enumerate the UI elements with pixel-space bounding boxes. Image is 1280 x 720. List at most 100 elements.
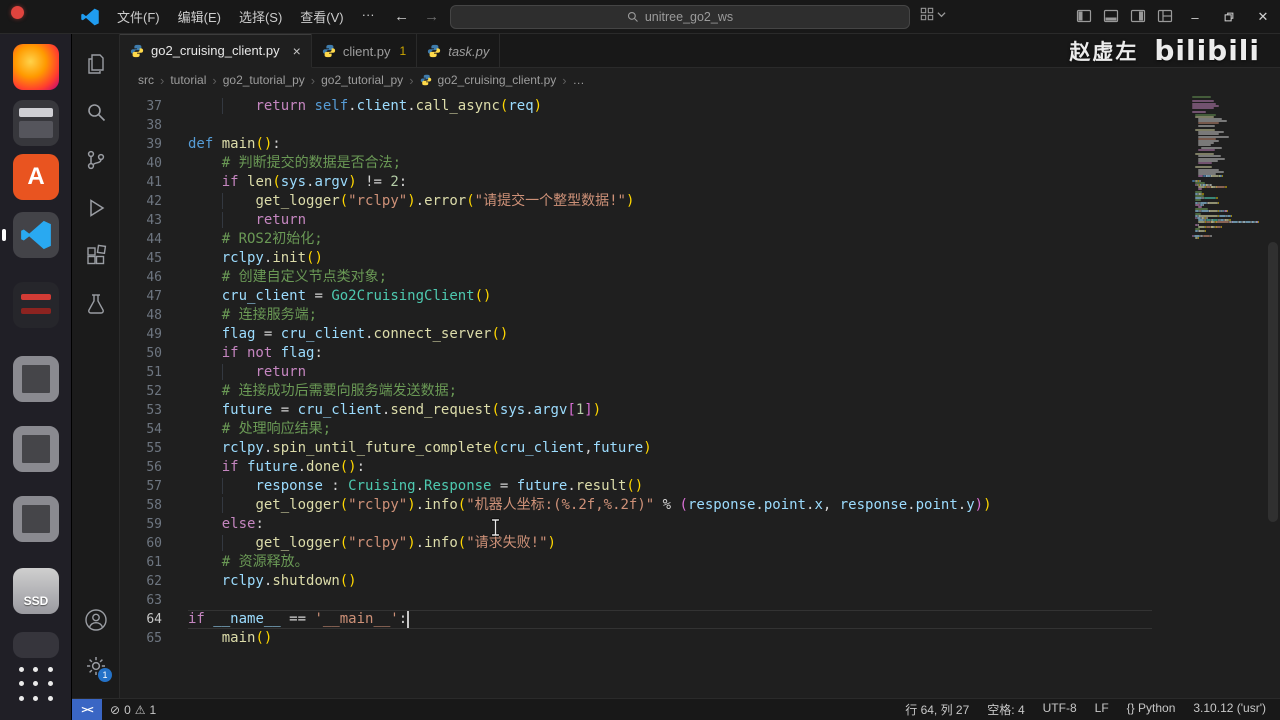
breadcrumb-item[interactable]: go2_tutorial_py bbox=[223, 73, 305, 87]
line-number[interactable]: 40 bbox=[120, 154, 188, 173]
code-text[interactable]: if len(sys.argv) != 2: bbox=[188, 173, 1152, 192]
code-text[interactable]: main() bbox=[188, 629, 1152, 648]
firefox-app-icon[interactable] bbox=[13, 44, 59, 90]
code-text[interactable]: get_logger("rclpy").info("请求失败!") bbox=[188, 534, 1152, 553]
code-line[interactable]: 58 get_logger("rclpy").info("机器人坐标:(%.2f… bbox=[120, 496, 1280, 515]
status-eol[interactable]: LF bbox=[1095, 701, 1109, 718]
toggle-secondary-sidebar-icon[interactable] bbox=[1130, 8, 1146, 24]
placeholder-app-icon-3[interactable] bbox=[13, 496, 59, 542]
code-text[interactable]: return bbox=[188, 211, 1152, 230]
line-number[interactable]: 64 bbox=[120, 610, 188, 629]
menu-edit[interactable]: 编辑(E) bbox=[169, 3, 230, 30]
code-text[interactable]: rclpy.spin_until_future_complete(cru_cli… bbox=[188, 439, 1152, 458]
status-language[interactable]: {} Python bbox=[1127, 701, 1176, 718]
line-number[interactable]: 39 bbox=[120, 135, 188, 154]
code-line[interactable]: 40 # 判断提交的数据是否合法; bbox=[120, 154, 1280, 173]
tab-task[interactable]: task.py bbox=[417, 34, 501, 68]
code-line[interactable]: 38 bbox=[120, 116, 1280, 135]
ssd-drive-icon[interactable]: SSD bbox=[13, 568, 59, 614]
code-text[interactable]: # ROS2初始化; bbox=[188, 230, 1152, 249]
code-line[interactable]: 57 response : Cruising.Response = future… bbox=[120, 477, 1280, 496]
code-line[interactable]: 42 get_logger("rclpy").error("请提交一个整型数据!… bbox=[120, 192, 1280, 211]
code-text[interactable] bbox=[188, 591, 1152, 610]
code-line[interactable]: 44 # ROS2初始化; bbox=[120, 230, 1280, 249]
status-line-col[interactable]: 行 64, 列 27 bbox=[905, 701, 969, 718]
line-number[interactable]: 45 bbox=[120, 249, 188, 268]
line-number[interactable]: 52 bbox=[120, 382, 188, 401]
line-number[interactable]: 49 bbox=[120, 325, 188, 344]
menu-view[interactable]: 查看(V) bbox=[291, 3, 352, 30]
line-number[interactable]: 57 bbox=[120, 477, 188, 496]
code-line[interactable]: 37 return self.client.call_async(req) bbox=[120, 97, 1280, 116]
line-number[interactable]: 44 bbox=[120, 230, 188, 249]
code-line[interactable]: 59 else: bbox=[120, 515, 1280, 534]
code-line[interactable]: 43 return bbox=[120, 211, 1280, 230]
line-number[interactable]: 53 bbox=[120, 401, 188, 420]
line-number[interactable]: 37 bbox=[120, 97, 188, 116]
line-number[interactable]: 43 bbox=[120, 211, 188, 230]
code-text[interactable]: # 创建自定义节点类对象; bbox=[188, 268, 1152, 287]
line-number[interactable]: 63 bbox=[120, 591, 188, 610]
placeholder-app-icon-1[interactable] bbox=[13, 356, 59, 402]
minimize-button[interactable]: – bbox=[1178, 0, 1212, 34]
code-text[interactable]: return self.client.call_async(req) bbox=[188, 97, 1152, 116]
code-text[interactable]: flag = cru_client.connect_server() bbox=[188, 325, 1152, 344]
menu-selection[interactable]: 选择(S) bbox=[230, 3, 291, 30]
code-line[interactable]: 49 flag = cru_client.connect_server() bbox=[120, 325, 1280, 344]
line-number[interactable]: 55 bbox=[120, 439, 188, 458]
code-line[interactable]: 47 cru_client = Go2CruisingClient() bbox=[120, 287, 1280, 306]
code-line[interactable]: 61 # 资源释放。 bbox=[120, 553, 1280, 572]
code-line[interactable]: 50 if not flag: bbox=[120, 344, 1280, 363]
line-number[interactable]: 54 bbox=[120, 420, 188, 439]
menu-file[interactable]: 文件(F) bbox=[108, 3, 169, 30]
code-text[interactable]: # 连接服务端; bbox=[188, 306, 1152, 325]
code-text[interactable]: if future.done(): bbox=[188, 458, 1152, 477]
code-text[interactable]: response : Cruising.Response = future.re… bbox=[188, 477, 1152, 496]
forward-button[interactable]: → bbox=[420, 8, 444, 25]
code-line[interactable]: 46 # 创建自定义节点类对象; bbox=[120, 268, 1280, 287]
search-box[interactable]: unitree_go2_ws bbox=[450, 5, 910, 29]
line-number[interactable]: 65 bbox=[120, 629, 188, 648]
menu-more[interactable]: ··· bbox=[353, 3, 384, 30]
problems-indicator[interactable]: ⊘ 0 ⚠ 1 bbox=[102, 703, 164, 717]
code-text[interactable]: if __name__ == '__main__': bbox=[188, 610, 1152, 629]
line-number[interactable]: 51 bbox=[120, 363, 188, 382]
extensions-icon[interactable] bbox=[84, 244, 108, 268]
code-text[interactable]: future = cru_client.send_request(sys.arg… bbox=[188, 401, 1152, 420]
line-number[interactable]: 38 bbox=[120, 116, 188, 135]
code-line[interactable]: 62 rclpy.shutdown() bbox=[120, 572, 1280, 591]
code-editor[interactable]: 37 return self.client.call_async(req) 38 3… bbox=[120, 92, 1280, 698]
code-text[interactable]: get_logger("rclpy").info("机器人坐标:(%.2f,%.… bbox=[188, 496, 1152, 515]
status-indent[interactable]: 空格: 4 bbox=[987, 701, 1024, 718]
line-number[interactable]: 48 bbox=[120, 306, 188, 325]
minimap[interactable] bbox=[1192, 92, 1266, 698]
line-number[interactable]: 46 bbox=[120, 268, 188, 287]
code-text[interactable] bbox=[188, 116, 1152, 135]
code-line[interactable]: 54 # 处理响应结果; bbox=[120, 420, 1280, 439]
files-app-icon[interactable] bbox=[13, 100, 59, 146]
line-number[interactable]: 62 bbox=[120, 572, 188, 591]
line-number[interactable]: 56 bbox=[120, 458, 188, 477]
code-line[interactable]: 64 if __name__ == '__main__': bbox=[120, 610, 1280, 629]
tab-client[interactable]: client.py 1 bbox=[312, 34, 418, 68]
code-text[interactable]: # 资源释放。 bbox=[188, 553, 1152, 572]
code-text[interactable]: cru_client = Go2CruisingClient() bbox=[188, 287, 1152, 306]
code-line[interactable]: 51 return bbox=[120, 363, 1280, 382]
line-number[interactable]: 41 bbox=[120, 173, 188, 192]
code-line[interactable]: 45 rclpy.init() bbox=[120, 249, 1280, 268]
breadcrumb-item[interactable]: tutorial bbox=[170, 73, 206, 87]
line-number[interactable]: 61 bbox=[120, 553, 188, 572]
show-applications-button[interactable] bbox=[18, 666, 54, 702]
layout-dropdown[interactable] bbox=[920, 7, 946, 21]
remote-indicator[interactable]: >< bbox=[72, 698, 102, 720]
code-line[interactable]: 65 main() bbox=[120, 629, 1280, 648]
close-button[interactable]: ✕ bbox=[1246, 0, 1280, 34]
code-line[interactable]: 56 if future.done(): bbox=[120, 458, 1280, 477]
line-number[interactable]: 47 bbox=[120, 287, 188, 306]
code-text[interactable]: # 判断提交的数据是否合法; bbox=[188, 154, 1152, 173]
customize-layout-icon[interactable] bbox=[1157, 8, 1173, 24]
code-text[interactable]: def main(): bbox=[188, 135, 1152, 154]
code-area[interactable]: 37 return self.client.call_async(req) 38 3… bbox=[120, 92, 1280, 698]
code-line[interactable]: 60 get_logger("rclpy").info("请求失败!") bbox=[120, 534, 1280, 553]
tab-go2-cruising-client[interactable]: go2_cruising_client.py × bbox=[120, 34, 312, 68]
